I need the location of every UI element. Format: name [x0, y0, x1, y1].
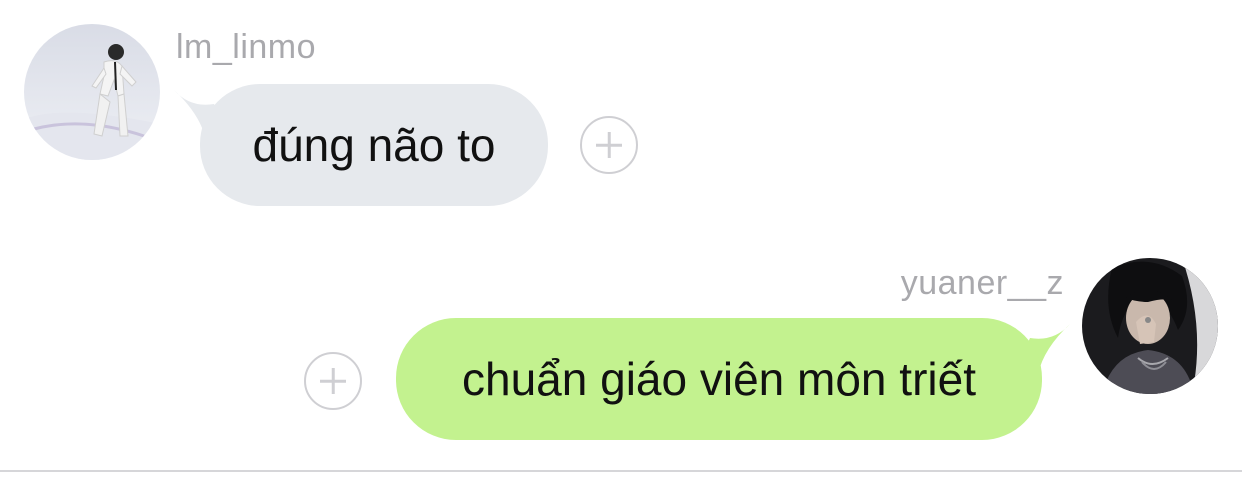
- dark-portrait-avatar-icon: [1082, 258, 1218, 394]
- message-bubble-incoming[interactable]: đúng não to: [200, 84, 548, 206]
- add-reaction-button-2[interactable]: [304, 352, 362, 410]
- avatar-lm-linmo[interactable]: [24, 24, 160, 160]
- add-reaction-button-1[interactable]: [580, 116, 638, 174]
- message-bubble-outgoing[interactable]: chuẩn giáo viên môn triết: [396, 318, 1042, 440]
- figure-skater-avatar-icon: [24, 24, 160, 160]
- sender-name-yuaner-z: yuaner__z: [900, 264, 1064, 302]
- avatar-yuaner-z[interactable]: [1082, 258, 1218, 394]
- sender-name-lm-linmo: lm_linmo: [176, 28, 317, 66]
- divider: [0, 470, 1242, 472]
